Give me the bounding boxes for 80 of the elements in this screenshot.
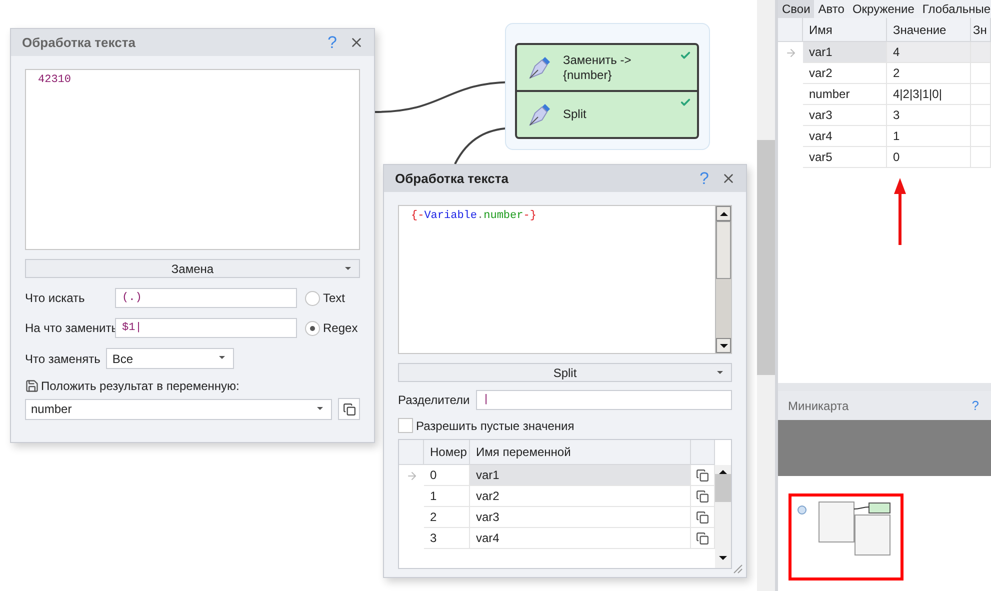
table-cell: 3: [424, 528, 470, 549]
copy-icon[interactable]: [696, 510, 709, 524]
node-label: Split: [563, 107, 586, 122]
copy-icon[interactable]: [696, 532, 709, 544]
column-header[interactable]: Имя: [803, 18, 887, 42]
column-header[interactable]: Зн: [971, 18, 991, 42]
code-text: 42310: [38, 74, 72, 86]
panel-tab[interactable]: Свои: [778, 0, 814, 18]
resize-grip-icon[interactable]: [731, 562, 743, 574]
copy-icon: [342, 402, 356, 416]
row-pointer-icon: [784, 46, 796, 58]
field-label: Что заменять: [25, 352, 100, 366]
dialog-title: Обработка текста: [22, 35, 136, 50]
table-cell: [971, 105, 991, 126]
table-cell: [971, 63, 991, 84]
table-cell[interactable]: var2: [803, 63, 887, 84]
checkbox-label: Разрешить пустые значения: [416, 418, 574, 432]
table-cell: 1: [424, 486, 470, 507]
copy-button[interactable]: [338, 398, 360, 420]
text-area[interactable]: 42310: [25, 69, 360, 250]
table-cell: 2: [887, 63, 971, 84]
table-cell[interactable]: var3: [803, 105, 887, 126]
mode-dropdown[interactable]: Замена: [25, 259, 360, 278]
field-label: Что искать: [25, 291, 86, 305]
table-cell[interactable]: var2: [470, 486, 691, 507]
table-cell[interactable]: var4: [803, 126, 887, 147]
table-cell: 1: [887, 126, 971, 147]
scrollbar[interactable]: [757, 0, 775, 591]
table-cell: [971, 42, 991, 63]
table-cell: [971, 126, 991, 147]
panel-tab[interactable]: Глобальные: [918, 0, 991, 18]
input-field[interactable]: |: [476, 390, 732, 410]
table-cell: 3: [887, 105, 971, 126]
minimap-drawing[interactable]: [788, 493, 904, 581]
column-header[interactable]: Номер: [424, 440, 470, 465]
action-node[interactable]: Заменить -> {number}: [517, 45, 697, 90]
save-icon: [25, 379, 39, 393]
field-label: Разделители: [398, 393, 470, 407]
annotation-arrow: [893, 177, 907, 247]
scrollbar[interactable]: [715, 465, 731, 568]
table-cell: 2: [424, 507, 470, 528]
table-cell[interactable]: var1: [470, 465, 691, 486]
close-icon[interactable]: [721, 171, 736, 186]
table-cell[interactable]: var4: [470, 528, 691, 549]
field-label: На что заменить: [25, 321, 115, 335]
table-header: [691, 440, 715, 465]
table-cell: 4: [887, 42, 971, 63]
dialog-title: Обработка текста: [395, 171, 510, 186]
panel-tab[interactable]: Авто: [814, 0, 848, 18]
close-icon[interactable]: [349, 35, 364, 50]
table-cell: 0: [887, 147, 971, 168]
panel-tab[interactable]: Окружение: [848, 0, 918, 18]
checkbox[interactable]: [398, 418, 413, 433]
table-cell[interactable]: var3: [470, 507, 691, 528]
scrollbar[interactable]: [715, 206, 731, 353]
table-cell: 0: [424, 465, 470, 486]
radio-option[interactable]: Regex: [305, 320, 360, 336]
input-field[interactable]: (.): [115, 288, 297, 308]
radio-option[interactable]: Text: [305, 290, 360, 306]
node-label: Заменить -> {number}: [563, 52, 632, 82]
table-cell[interactable]: var5: [803, 147, 887, 168]
table-header: [399, 440, 424, 465]
variable-dropdown[interactable]: number: [25, 398, 332, 420]
field-label: Положить результат в переменную:: [41, 379, 240, 393]
table-cell: 4|2|3|1|0|: [887, 84, 971, 105]
replace-which-dropdown[interactable]: Все: [106, 348, 234, 369]
panel-title: Миникарта: [788, 398, 849, 412]
code-text: {-Variable.number-}: [411, 210, 536, 222]
column-header[interactable]: Значение: [887, 18, 971, 42]
mode-dropdown[interactable]: Split: [398, 363, 732, 382]
column-header[interactable]: Имя переменной: [470, 440, 691, 465]
copy-icon[interactable]: [696, 490, 709, 502]
action-node[interactable]: Split: [517, 90, 697, 137]
text-area[interactable]: {-Variable.number-}: [398, 205, 732, 354]
table-cell[interactable]: number: [803, 84, 887, 105]
table-cell[interactable]: var1: [803, 42, 887, 63]
row-pointer-icon: [406, 470, 418, 482]
table-cell: [971, 84, 991, 105]
input-field[interactable]: $1|: [115, 318, 297, 338]
copy-icon[interactable]: [696, 468, 709, 482]
